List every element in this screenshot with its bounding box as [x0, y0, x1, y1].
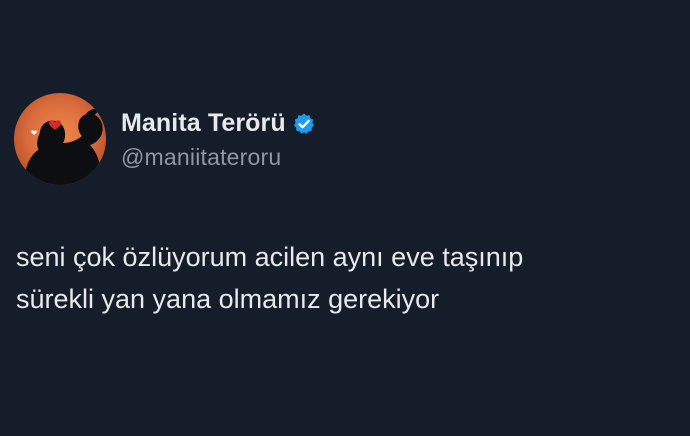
avatar[interactable]: [14, 93, 106, 185]
user-handle[interactable]: @maniitateroru: [121, 144, 316, 171]
profile-photo-icon: [14, 93, 106, 185]
display-name[interactable]: Manita Terörü: [121, 109, 286, 138]
display-name-row: Manita Terörü: [121, 108, 316, 140]
tweet-header: Manita Terörü @maniitateroru: [14, 93, 316, 185]
author-names: Manita Terörü @maniitateroru: [121, 108, 316, 171]
tweet-text-line-1: seni çok özlüyorum acilen aynı eve taşın…: [16, 242, 524, 272]
tweet-text: seni çok özlüyorum acilen aynı eve taşın…: [16, 236, 676, 320]
verified-badge-icon[interactable]: [292, 112, 316, 136]
tweet-text-line-2: sürekli yan yana olmamız gerekiyor: [16, 284, 440, 314]
tweet-card: Manita Terörü @maniitateroru seni çok öz…: [0, 0, 690, 436]
